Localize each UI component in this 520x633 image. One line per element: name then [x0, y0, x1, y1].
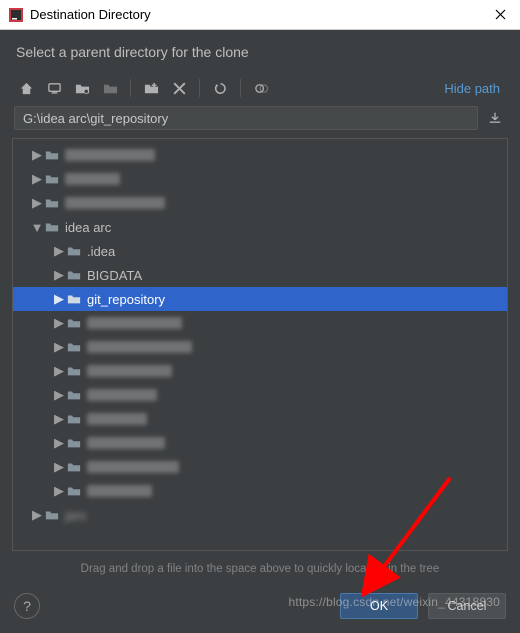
drag-drop-hint: Drag and drop a file into the space abov…: [0, 557, 520, 585]
tree-node-blurred[interactable]: ▶: [13, 407, 507, 431]
desktop-icon[interactable]: [42, 76, 66, 100]
hide-path-link[interactable]: Hide path: [444, 81, 506, 96]
window-title: Destination Directory: [30, 7, 489, 22]
tree-label: git_repository: [87, 292, 165, 307]
home-icon[interactable]: [14, 76, 38, 100]
project-icon[interactable]: [70, 76, 94, 100]
tree-node-git-repository[interactable]: ▶ git_repository: [13, 287, 507, 311]
refresh-icon[interactable]: [208, 76, 232, 100]
dialog-window: Destination Directory Select a parent di…: [0, 0, 520, 633]
tree-node-blurred[interactable]: ▶: [13, 359, 507, 383]
tree-node-blurred[interactable]: ▶: [13, 335, 507, 359]
tree-node-blurred[interactable]: ▶: [13, 191, 507, 215]
toolbar-separator: [240, 79, 241, 97]
ok-button[interactable]: OK: [340, 593, 418, 619]
tree-node-blurred[interactable]: ▶: [13, 311, 507, 335]
save-path-icon[interactable]: [484, 107, 506, 129]
delete-icon[interactable]: [167, 76, 191, 100]
path-row: [0, 106, 520, 138]
button-bar: ? OK Cancel: [0, 585, 520, 633]
new-folder-icon[interactable]: [139, 76, 163, 100]
tree-label: BIGDATA: [87, 268, 142, 283]
tree-node-bigdata[interactable]: ▶ BIGDATA: [13, 263, 507, 287]
toolbar-separator: [130, 79, 131, 97]
instruction-text: Select a parent directory for the clone: [0, 30, 520, 70]
toolbar: Hide path: [0, 70, 520, 106]
show-hidden-icon[interactable]: [249, 76, 273, 100]
tree-node-idea-arc[interactable]: ▼ idea arc: [13, 215, 507, 239]
tree-node-blurred[interactable]: ▶: [13, 383, 507, 407]
tree-node-blurred[interactable]: ▶: [13, 143, 507, 167]
cancel-button[interactable]: Cancel: [428, 593, 506, 619]
tree-label: .idea: [87, 244, 115, 259]
tree-node-idea[interactable]: ▶ .idea: [13, 239, 507, 263]
tree-node-blurred[interactable]: ▶: [13, 455, 507, 479]
path-input[interactable]: [14, 106, 478, 130]
help-button[interactable]: ?: [14, 593, 40, 619]
tree-label: idea arc: [65, 220, 111, 235]
tree-node-blurred[interactable]: ▶: [13, 479, 507, 503]
tree-container: ▶ ▶ ▶ ▼ idea arc ▶: [12, 138, 508, 551]
directory-tree[interactable]: ▶ ▶ ▶ ▼ idea arc ▶: [13, 139, 507, 550]
tree-node-blurred[interactable]: ▶: [13, 431, 507, 455]
tree-node-jars[interactable]: ▶ jars: [13, 503, 507, 527]
close-button[interactable]: [489, 9, 512, 20]
app-icon: [8, 7, 24, 23]
titlebar: Destination Directory: [0, 0, 520, 30]
tree-node-blurred[interactable]: ▶: [13, 167, 507, 191]
toolbar-separator: [199, 79, 200, 97]
tree-label: jars: [65, 508, 86, 523]
module-icon[interactable]: [98, 76, 122, 100]
